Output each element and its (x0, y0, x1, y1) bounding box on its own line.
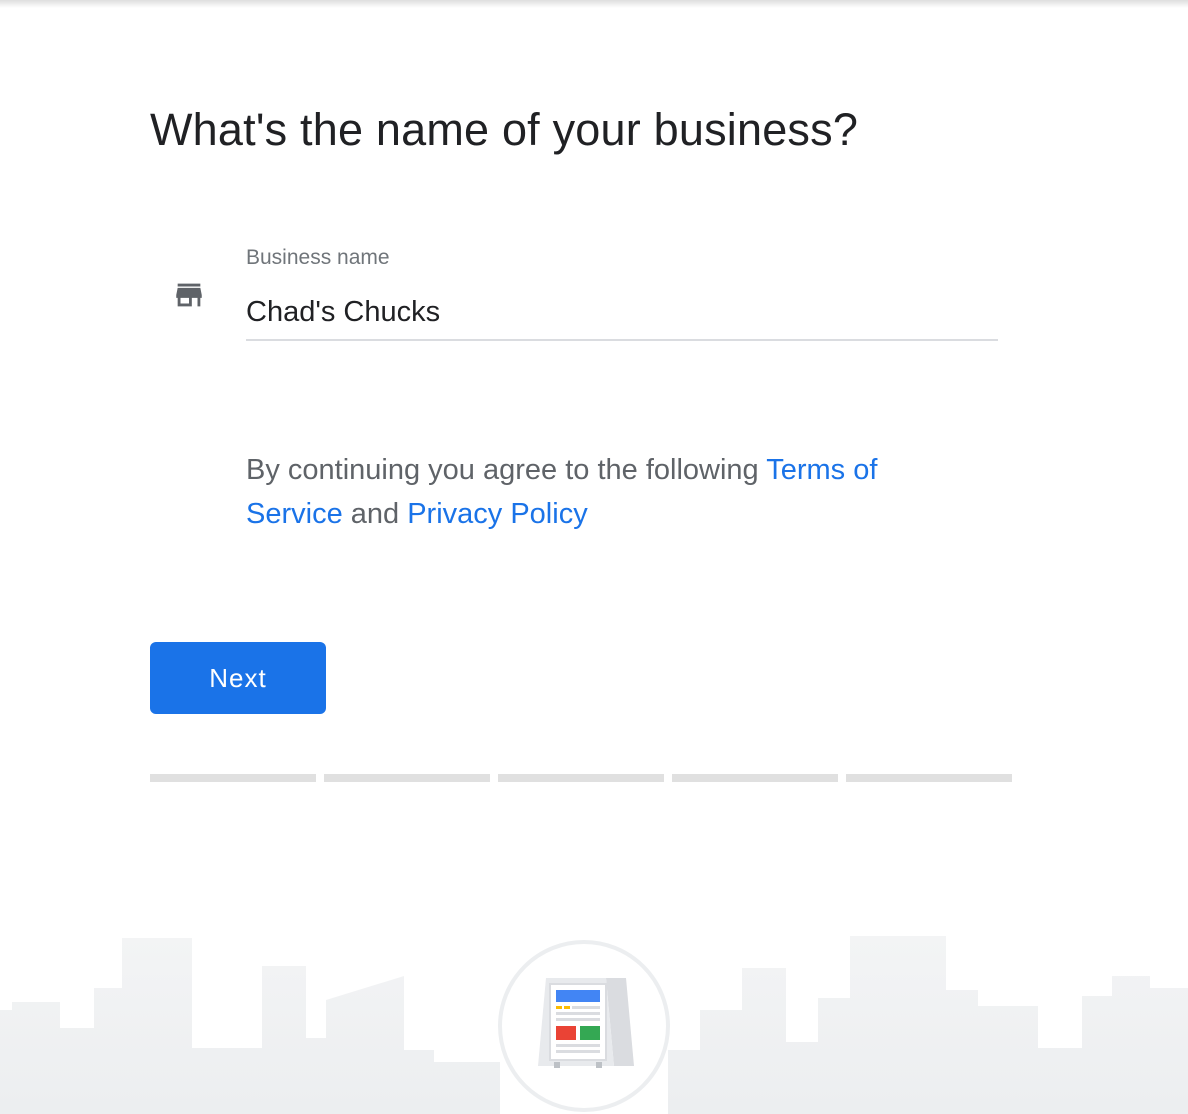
progress-step-2 (324, 774, 490, 782)
terms-conjunction: and (342, 498, 408, 530)
privacy-policy-link[interactable]: Privacy Policy (407, 498, 588, 530)
progress-step-5 (846, 774, 1012, 782)
business-name-input[interactable] (246, 292, 998, 332)
progress-indicator (150, 774, 1012, 782)
business-name-field: Business name (246, 246, 998, 342)
page-title: What's the name of your business? (150, 104, 859, 155)
terms-notice: By continuing you agree to the following… (246, 448, 976, 536)
business-name-label: Business name (246, 246, 390, 269)
progress-step-1 (150, 774, 316, 782)
storefront-icon (176, 283, 202, 307)
progress-step-4 (672, 774, 838, 782)
business-sign-icon (498, 940, 670, 1112)
progress-step-3 (498, 774, 664, 782)
terms-prefix: By continuing you agree to the following (246, 454, 767, 486)
top-bar-shadow (0, 0, 1188, 8)
create-business-page: What's the name of your business? Busine… (0, 0, 1188, 1114)
next-button[interactable]: Next (150, 642, 326, 714)
business-name-underline (246, 339, 998, 341)
